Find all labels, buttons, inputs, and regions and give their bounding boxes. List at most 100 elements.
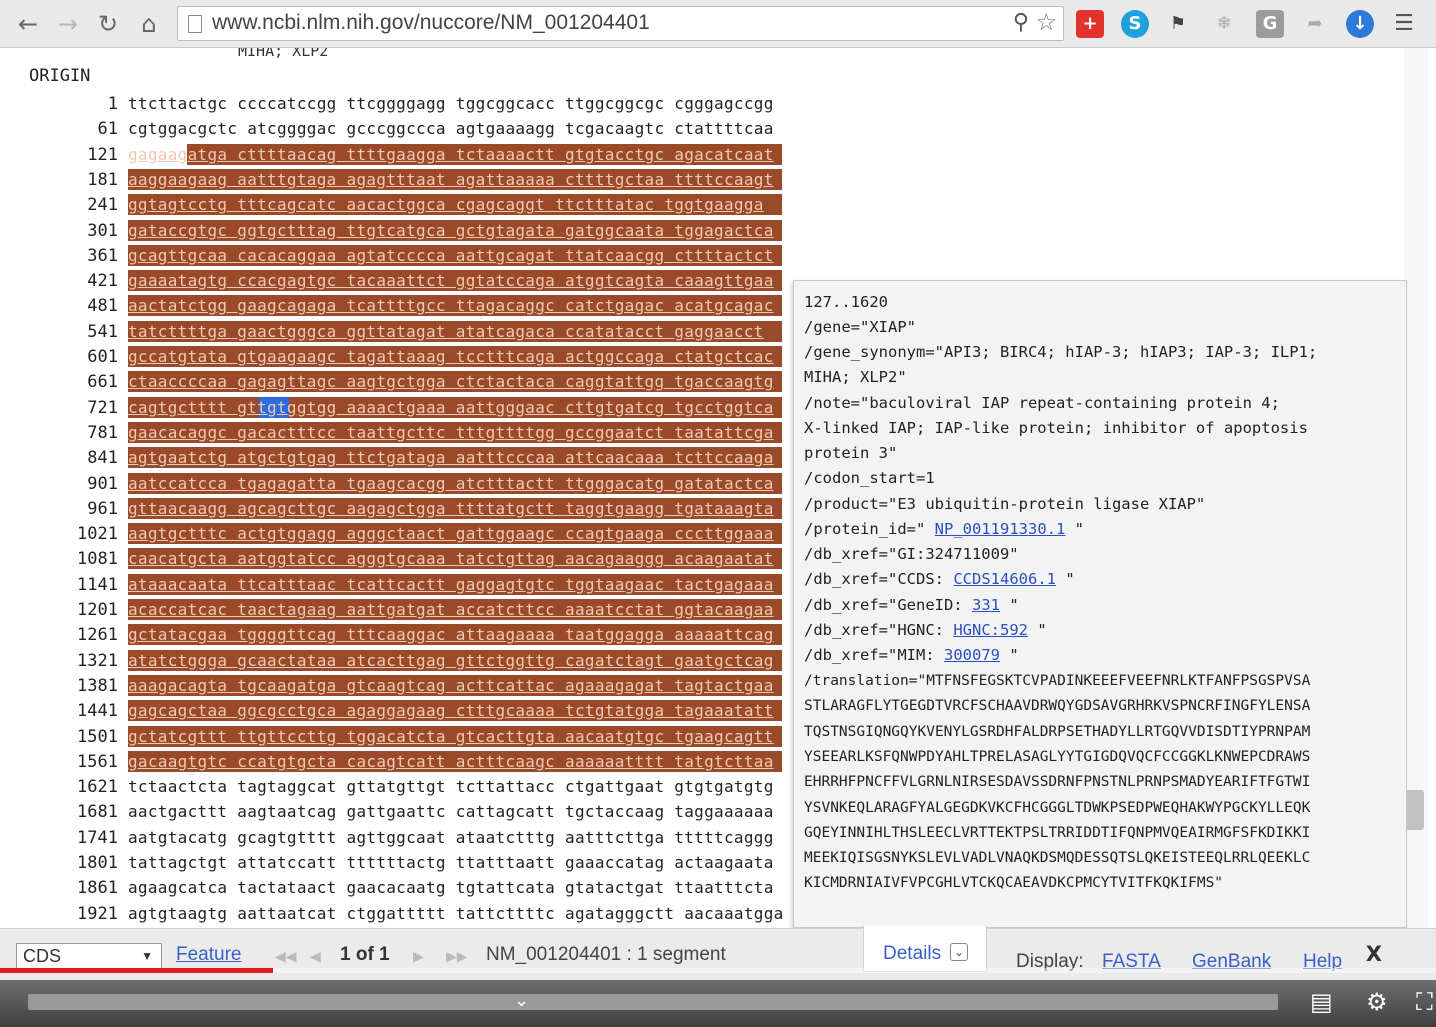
share-icon[interactable]: ➦ [1301,10,1329,38]
url-text[interactable]: www.ncbi.nlm.nih.gov/nuccore/NM_00120440… [212,11,650,35]
ccds-link[interactable]: CCDS14606.1 [953,570,1056,588]
row-position-number: 61 [97,119,118,140]
skype-icon[interactable]: S [1121,10,1149,38]
scrollbar-thumb[interactable] [1406,790,1424,830]
feature-type-select[interactable]: CDS ▼ [16,943,162,970]
protein-id-prefix: /protein_id=" [804,520,926,538]
feature-note-2: X-linked IAP; IAP-like protein; inhibito… [804,419,1308,437]
sequence-row: 301 gataccgtgc ggtgctttag ttgtcatgca gctg… [0,218,800,243]
row-bases[interactable]: aatccatcca tgagagatta tgaagcacgg atcttta… [128,474,774,493]
row-bases[interactable]: gttaacaagg agcagcttgc aagagctgga ttttatg… [128,499,774,518]
row-bases[interactable]: tctaactcta tagtaggcat gttatgttgt tcttatt… [128,777,774,796]
row-bases[interactable]: agaagcatca tactataact gaacacaatg tgtattc… [128,878,774,897]
row-bases[interactable]: caacatgcta aatggtatcc agggtgcaaa tatctgt… [128,549,774,568]
reload-icon[interactable]: ↻ [92,8,124,40]
feature-note-3: protein 3" [804,444,898,462]
sequence-row: 181 aaggaagaag aatttgtaga agagtttaat agat… [0,167,800,192]
row-position-number: 1081 [77,549,118,570]
plus-extension-icon[interactable]: + [1076,10,1104,38]
g-icon[interactable]: G [1256,10,1284,38]
sequence-row: 481 aactatctgg gaagcagaga tcattttgcc ttag… [0,293,800,318]
snowflake-icon[interactable]: ❄ [1210,10,1238,38]
row-bases[interactable]: aatgtacatg gcagtgtttt agttggcaat ataatct… [128,828,774,847]
row-bases[interactable]: acaccatcac taactagaag aattgatgat accatct… [128,600,774,619]
home-icon[interactable]: ⌂ [133,8,165,40]
settings-gear-icon[interactable]: ⚙ [1366,988,1388,1016]
translation-line: MEEKIQISGSNYKSLEVLVADLVNAQKDSMQDESSQTSLQ… [804,850,1311,867]
row-bases[interactable]: gaacacaggc gacactttcc taattgcttc tttgttt… [128,423,774,442]
download-icon[interactable]: ↓ [1346,10,1374,38]
forward-arrow-icon[interactable]: → [52,8,84,40]
browser-toolbar: ← → ↻ ⌂ www.ncbi.nlm.nih.gov/nuccore/NM_… [0,0,1436,48]
sequence-row: 1381 aaagacagta tgcaagatga gtcaagtcag act… [0,673,800,698]
puzzle-icon[interactable]: ⚑ [1164,10,1192,38]
translation-line: YSEEARLKSFQNWPDYAHLTPRELASAGLYYTGIGDQVQC… [804,748,1311,765]
first-page-icon[interactable]: ◀◀ [275,948,297,965]
feature-link[interactable]: Feature [176,944,241,966]
sequence-row: 1801 tattagctgt attatccatt ttttttactg tta… [0,850,800,875]
row-bases[interactable]: aaggaagaag aatttgtaga agagtttaat agattaa… [128,170,774,189]
video-progress-bar[interactable] [0,968,1436,973]
menu-icon[interactable]: ☰ [1390,10,1418,38]
feature-xref-gi: /db_xref="GI:324711009" [804,545,1019,563]
details-tab[interactable]: Details ⌄ [863,926,987,972]
row-bases[interactable]: aaagacagta tgcaagatga gtcaagtcag acttcat… [128,676,774,695]
row-bases[interactable]: ttcttactgc ccccatccgg ttcggggagg tggcggc… [128,94,774,113]
gene-id-link[interactable]: 331 [972,596,1000,614]
row-bases[interactable]: gcagttgcaa cacacaggaa agtatcccca aattgca… [128,246,774,265]
row-position-number: 1141 [77,574,118,595]
sequence-row: 601 gccatgtata gtgaagaagc tagattaaag tcct… [0,344,800,369]
zoom-icon[interactable]: ⚲ [1013,10,1029,35]
row-bases[interactable]: gacaagtgtc ccatgtgcta cacagtcatt actttca… [128,752,774,771]
mim-link[interactable]: 300079 [944,646,1000,664]
row-bases[interactable]: aagtgctttc actgtggagg agggctaact gattgga… [128,524,774,543]
prev-page-icon[interactable]: ◀ [310,948,321,965]
close-icon[interactable]: X [1366,942,1382,966]
row-bases[interactable]: aactatctgg gaagcagaga tcattttgcc ttagaca… [128,296,774,315]
row-bases[interactable]: gctatacgaa tggggttcag tttcaaggac attaaga… [128,625,774,644]
feature-gene: /gene="XIAP" [804,318,916,336]
gene-id-prefix: /db_xref="GeneID: [804,596,963,614]
sequence-row: 1681 aactgacttt aagtaatcag gattgaattc cat… [0,799,800,824]
back-arrow-icon[interactable]: ← [12,8,44,40]
row-bases[interactable]: gagaagatga cttttaacag ttttgaagga tctaaaa… [128,145,774,164]
chevron-down-icon[interactable]: ⌄ [514,990,529,1011]
feature-note-1: /note="baculoviral IAP repeat-containing… [804,394,1280,412]
row-bases[interactable]: ctaaccccaa gagagttagc aagtgctgga ctctact… [128,372,774,391]
row-position-number: 1021 [77,524,118,545]
sequence-row: 1921 agtgtaagtg aattaatcat ctggattttt tat… [0,901,800,926]
protein-id-link[interactable]: NP_001191330.1 [935,520,1066,538]
row-bases[interactable]: ataaacaata ttcatttaac tcattcactt gaggagt… [128,575,774,594]
row-position-number: 1621 [77,777,118,798]
row-bases[interactable]: cagtgctttt gttgtggtgg aaaactgaaa aattggg… [128,398,774,417]
row-bases[interactable]: gaaaatagtg ccacgagtgc tacaaattct ggtatcc… [128,271,774,290]
sequence-panel: MIHA; XLP2 ORIGIN 1 ttcttactgc ccccatccgg… [0,48,800,928]
address-bar[interactable]: www.ncbi.nlm.nih.gov/nuccore/NM_00120440… [177,6,1064,41]
next-page-icon[interactable]: ▶ [413,948,424,965]
fullscreen-icon[interactable]: ⛶ [1416,988,1433,1016]
row-position-number: 1921 [77,903,118,924]
last-page-icon[interactable]: ▶▶ [446,948,468,965]
row-bases[interactable]: ggtagtcctg tttcagcatc aacactggca cgagcag… [128,195,764,214]
row-position-number: 661 [87,372,118,393]
row-bases[interactable]: gccatgtata gtgaagaagc tagattaaag tcctttc… [128,347,774,366]
row-bases[interactable]: agtgtaagtg aattaatcat ctggattttt tattctt… [128,904,784,923]
subtitles-icon[interactable]: ▤ [1310,988,1333,1016]
sequence-row: 961 gttaacaagg agcagcttgc aagagctgga tttt… [0,496,800,521]
hgnc-link[interactable]: HGNC:592 [953,621,1028,639]
row-bases[interactable]: cgtggacgctc atcggggac gcccggccca agtgaaa… [128,119,774,138]
row-bases[interactable]: aactgacttt aagtaatcag gattgaattc cattagc… [128,802,774,821]
feature-type-value: CDS [23,946,62,966]
row-bases[interactable]: agtgaatctg atgctgtgag ttctgataga aatttcc… [128,448,774,467]
row-bases[interactable]: gataccgtgc ggtgctttag ttgtcatgca gctgtag… [128,221,774,240]
horizontal-scrollbar[interactable] [28,994,1278,1010]
sequence-row: 61 cgtggacgctc atcggggac gcccggccca agtga… [0,116,800,141]
row-bases[interactable]: gctatcgttt ttgttccttg tggacatcta gtcactt… [128,727,774,746]
row-bases[interactable]: tattagctgt attatccatt ttttttactg ttattta… [128,853,774,872]
feature-product: /product="E3 ubiquitin-protein ligase XI… [804,495,1206,513]
row-bases[interactable]: tatcttttga gaactgggca ggttatagat atatcag… [128,322,764,341]
feature-popup: 127..1620 /gene="XIAP" /gene_synonym="AP… [793,280,1407,928]
row-bases[interactable]: gagcagctaa ggcgcctgca agaggagaag ctttgca… [128,701,774,720]
row-bases[interactable]: atatctggga gcaactataa atcacttgag gttctgg… [128,651,774,670]
bookmark-star-icon[interactable]: ☆ [1035,8,1057,36]
